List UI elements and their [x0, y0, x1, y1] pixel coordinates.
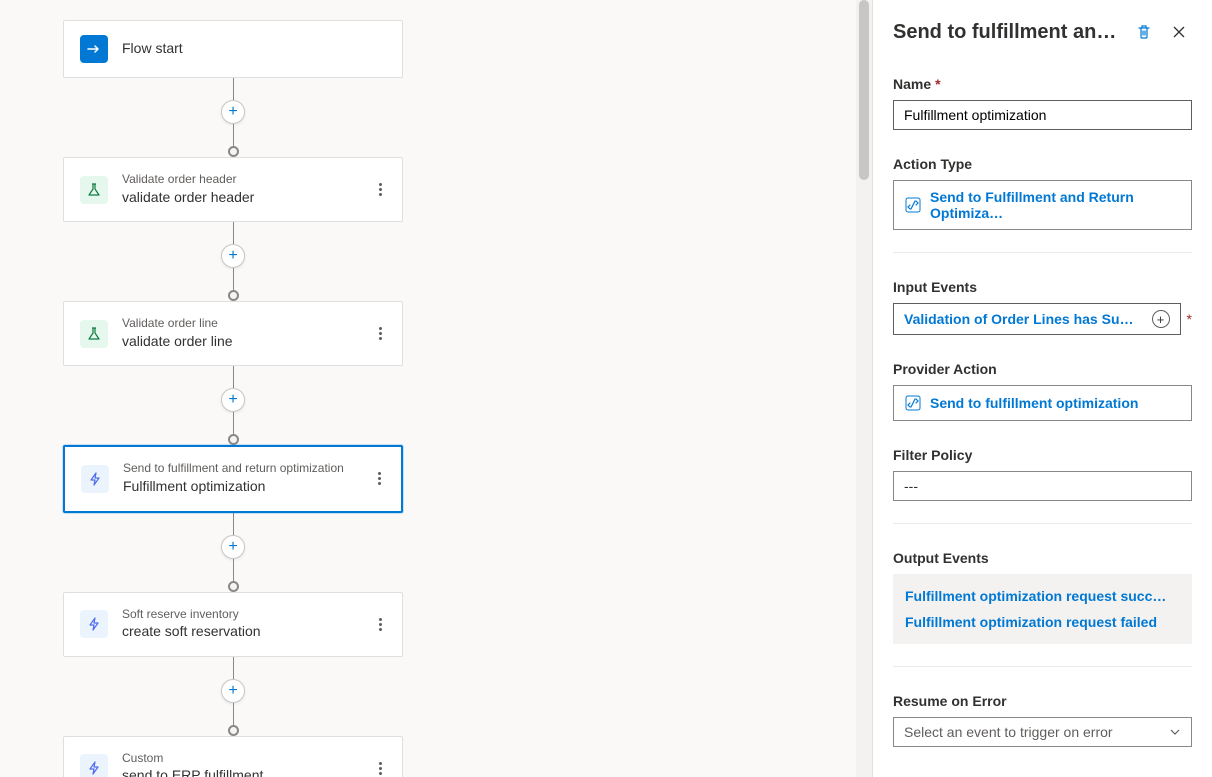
- flask-icon: [80, 320, 108, 348]
- add-step-button[interactable]: +: [221, 388, 245, 412]
- connector: +: [221, 78, 245, 157]
- node-menu-button[interactable]: [374, 468, 385, 489]
- resume-on-error-label: Resume on Error: [893, 693, 1192, 709]
- node-type-label: Validate order line: [122, 316, 361, 332]
- panel-title: Send to fulfillment an…: [893, 21, 1122, 44]
- scrollbar-thumb[interactable]: [859, 0, 869, 180]
- node-type-label: Validate order header: [122, 172, 361, 188]
- resume-on-error-select[interactable]: Select an event to trigger on error: [893, 717, 1192, 747]
- add-step-button[interactable]: +: [221, 244, 245, 268]
- details-panel: Send to fulfillment an… Name* Action Typ…: [872, 0, 1212, 777]
- add-input-event-button[interactable]: +: [1152, 310, 1170, 328]
- flow-node-fulfillment[interactable]: Send to fulfillment and return optimizat…: [63, 445, 403, 512]
- connector: +: [221, 366, 245, 445]
- input-events-label: Input Events: [893, 279, 1192, 295]
- close-button[interactable]: [1166, 19, 1192, 45]
- flow-start-icon: [80, 35, 108, 63]
- bolt-icon: [80, 610, 108, 638]
- resume-placeholder: Select an event to trigger on error: [904, 724, 1113, 740]
- close-icon: [1172, 25, 1186, 39]
- delete-button[interactable]: [1130, 18, 1158, 46]
- filter-policy-input[interactable]: ---: [893, 471, 1192, 501]
- flow-start-label: Flow start: [122, 39, 386, 59]
- output-event-item[interactable]: Fulfillment optimization request succ…: [905, 588, 1180, 604]
- connector: +: [221, 513, 245, 592]
- flow-canvas[interactable]: Flow start + Validate order header valid…: [0, 0, 856, 777]
- output-events-list: Fulfillment optimization request succ… F…: [893, 574, 1192, 644]
- output-event-item[interactable]: Fulfillment optimization request failed: [905, 614, 1180, 630]
- bolt-icon: [81, 465, 109, 493]
- output-events-label: Output Events: [893, 550, 1192, 566]
- trash-icon: [1136, 24, 1152, 40]
- input-event-text: Validation of Order Lines has Succeed…: [904, 311, 1134, 327]
- add-step-button[interactable]: +: [221, 535, 245, 559]
- flow-node-soft-reserve[interactable]: Soft reserve inventory create soft reser…: [63, 592, 403, 657]
- node-type-label: Soft reserve inventory: [122, 607, 361, 623]
- provider-action-label: Provider Action: [893, 361, 1192, 377]
- name-input[interactable]: [893, 100, 1192, 130]
- node-name-label: create soft reservation: [122, 622, 361, 642]
- canvas-scrollbar[interactable]: [856, 0, 872, 777]
- connector: +: [221, 657, 245, 736]
- flask-icon: [80, 176, 108, 204]
- node-menu-button[interactable]: [375, 179, 386, 200]
- node-type-label: Send to fulfillment and return optimizat…: [123, 461, 360, 477]
- flow-node-validate-header[interactable]: Validate order header validate order hea…: [63, 157, 403, 222]
- action-type-icon: [904, 196, 922, 214]
- action-type-text: Send to Fulfillment and Return Optimiza…: [930, 189, 1181, 221]
- action-type-value[interactable]: Send to Fulfillment and Return Optimiza…: [893, 180, 1192, 230]
- node-menu-button[interactable]: [375, 323, 386, 344]
- node-name-label: validate order header: [122, 188, 361, 208]
- flow-node-custom[interactable]: Custom send to ERP fulfillment: [63, 736, 403, 777]
- node-name-label: send to ERP fulfillment: [122, 766, 361, 777]
- name-label: Name*: [893, 76, 1192, 92]
- node-type-label: Custom: [122, 751, 361, 767]
- filter-policy-value: ---: [904, 478, 918, 494]
- provider-action-value[interactable]: Send to fulfillment optimization: [893, 385, 1192, 421]
- flow-node-validate-line[interactable]: Validate order line validate order line: [63, 301, 403, 366]
- node-menu-button[interactable]: [375, 758, 386, 777]
- provider-action-icon: [904, 394, 922, 412]
- bolt-icon: [80, 754, 108, 777]
- connector: +: [221, 222, 245, 301]
- input-events-input[interactable]: Validation of Order Lines has Succeed… +: [893, 303, 1181, 335]
- action-type-label: Action Type: [893, 156, 1192, 172]
- node-name-label: Fulfillment optimization: [123, 477, 360, 497]
- flow-start-node[interactable]: Flow start: [63, 20, 403, 78]
- node-name-label: validate order line: [122, 332, 361, 352]
- chevron-down-icon: [1169, 726, 1181, 738]
- add-step-button[interactable]: +: [221, 679, 245, 703]
- filter-policy-label: Filter Policy: [893, 447, 1192, 463]
- provider-action-text: Send to fulfillment optimization: [930, 395, 1138, 411]
- add-step-button[interactable]: +: [221, 100, 245, 124]
- required-indicator: *: [1187, 311, 1192, 327]
- node-menu-button[interactable]: [375, 614, 386, 635]
